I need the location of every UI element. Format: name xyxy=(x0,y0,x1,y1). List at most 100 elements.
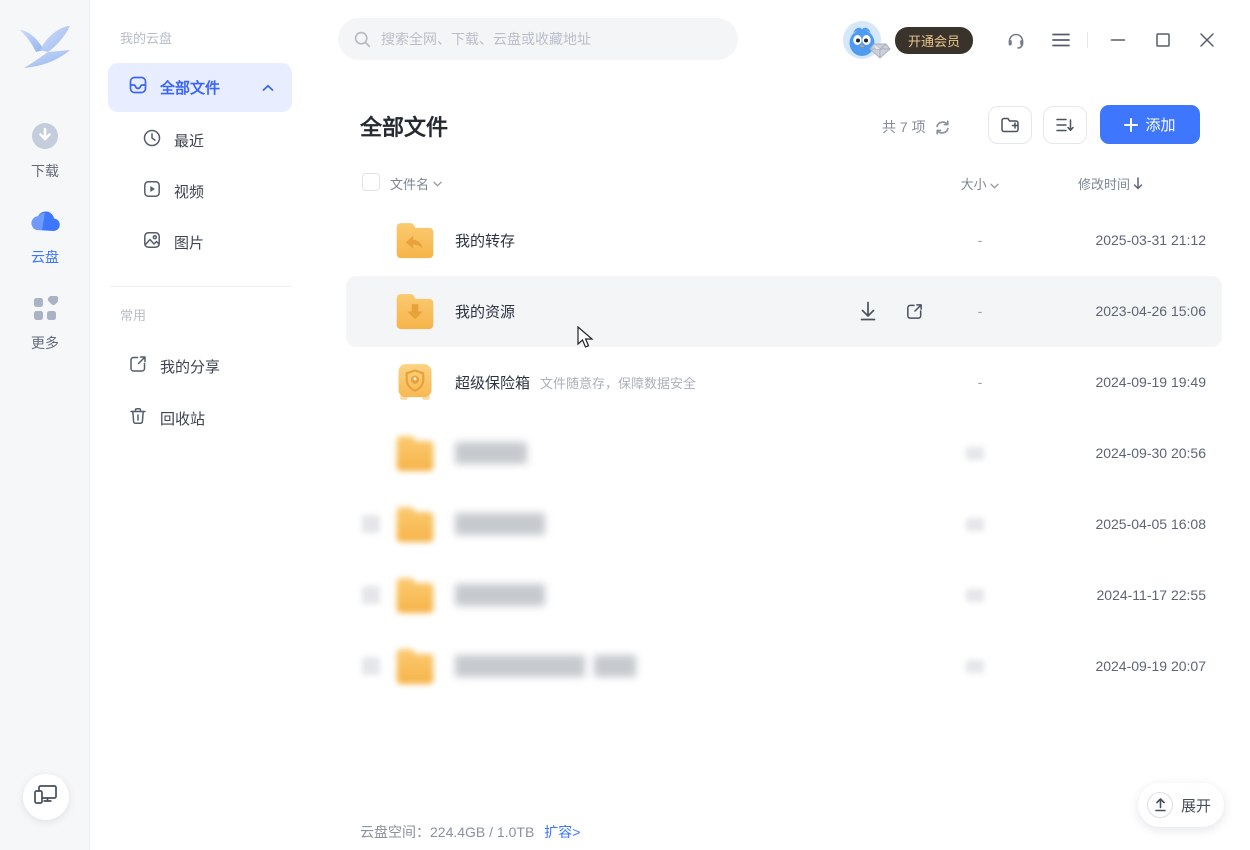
videos-label: 视频 xyxy=(174,181,204,202)
search-icon xyxy=(354,31,371,48)
row-hover-actions xyxy=(856,299,926,323)
minimize-button[interactable] xyxy=(1106,28,1130,52)
sidebar-item-recycle-bin[interactable]: 回收站 xyxy=(128,406,205,431)
column-header-modified[interactable]: 修改时间 xyxy=(1078,174,1143,193)
column-header-name[interactable]: 文件名 xyxy=(390,174,442,193)
maximize-button[interactable] xyxy=(1151,28,1175,52)
topbar-divider xyxy=(1087,32,1088,48)
add-button-label: 添加 xyxy=(1145,114,1175,135)
plus-icon xyxy=(1124,118,1138,132)
sort-view-button[interactable] xyxy=(1043,106,1087,144)
recent-label: 最近 xyxy=(174,130,204,151)
menu-hamburger-icon[interactable] xyxy=(1049,28,1073,52)
file-modified: 2024-09-30 20:56 xyxy=(1026,445,1206,461)
file-modified: 2024-09-19 19:49 xyxy=(1026,374,1206,390)
new-folder-button[interactable] xyxy=(988,106,1032,144)
sort-list-icon xyxy=(1055,117,1075,133)
sidebar-item-videos[interactable]: 视频 xyxy=(142,179,204,204)
file-row-super-safe[interactable]: 超级保险箱文件随意存，保障数据安全 - 2024-09-19 19:49 xyxy=(346,347,1222,418)
storage-status: 云盘空间：224.4GB / 1.0TB 扩容> xyxy=(360,822,580,842)
file-name-text: 超级保险箱 xyxy=(455,375,530,392)
search-input[interactable] xyxy=(381,31,724,47)
sidebar-item-my-shares[interactable]: 我的分享 xyxy=(128,354,220,379)
more-grid-icon xyxy=(0,296,90,327)
file-size-redacted xyxy=(966,518,984,531)
file-desc: 文件随意存，保障数据安全 xyxy=(540,376,696,391)
checkbox-redacted xyxy=(362,586,380,604)
folder-transfer-icon xyxy=(393,218,437,263)
file-size-redacted xyxy=(966,447,984,460)
search-bar[interactable] xyxy=(338,18,738,60)
column-size-label: 大小 xyxy=(961,177,987,192)
file-name: 超级保险箱文件随意存，保障数据安全 xyxy=(455,372,696,393)
my-shares-label: 我的分享 xyxy=(160,356,220,377)
file-modified: 2025-04-05 16:08 xyxy=(1026,516,1206,532)
close-button[interactable] xyxy=(1195,28,1219,52)
folder-icon-blurred xyxy=(393,431,437,476)
chevron-down-icon xyxy=(433,181,442,187)
file-row-my-resources[interactable]: 我的资源 - 2023-04-26 15:06 xyxy=(346,276,1222,347)
file-row-redacted[interactable]: 2024-11-17 22:55 xyxy=(346,560,1222,631)
rail-item-cloud[interactable]: 云盘 xyxy=(0,208,90,267)
sidebar-item-all-files[interactable]: 全部文件 xyxy=(108,63,292,112)
sort-desc-arrow-icon xyxy=(1133,177,1143,190)
file-row-redacted[interactable]: 2024-09-19 20:07 xyxy=(346,631,1222,702)
file-name: 我的资源 xyxy=(455,301,515,322)
folder-icon-blurred xyxy=(393,502,437,547)
cloud-icon xyxy=(0,208,90,241)
rail-item-more[interactable]: 更多 xyxy=(0,296,90,353)
membership-label: 开通会员 xyxy=(908,31,960,50)
share-action-icon[interactable] xyxy=(902,299,926,323)
file-size-redacted xyxy=(966,589,984,602)
file-size-redacted xyxy=(966,660,984,673)
refresh-icon[interactable] xyxy=(934,119,951,136)
file-row-redacted[interactable]: 2025-04-05 16:08 xyxy=(346,489,1222,560)
sidebar: 我的云盘 全部文件 最近 视频 xyxy=(90,0,310,850)
rail-download-label: 下载 xyxy=(0,161,90,181)
file-modified: 2023-04-26 15:06 xyxy=(1026,303,1206,319)
trash-icon xyxy=(128,406,148,431)
left-rail: 下载 云盘 更多 xyxy=(0,0,90,850)
expand-storage-link[interactable]: 扩容> xyxy=(544,822,580,842)
download-action-icon[interactable] xyxy=(856,299,880,323)
upload-icon xyxy=(1147,792,1173,818)
rail-cloud-label: 云盘 xyxy=(0,247,90,267)
file-row-redacted[interactable]: 2024-09-30 20:56 xyxy=(346,418,1222,489)
table-header: 文件名 大小 修改时间 xyxy=(346,170,1222,196)
sidebar-item-images[interactable]: 图片 xyxy=(142,230,204,255)
video-icon xyxy=(142,179,162,204)
item-count: 共 7 项 xyxy=(882,117,926,137)
device-transfer-button[interactable] xyxy=(23,774,69,820)
clock-icon xyxy=(142,128,162,153)
checkbox-redacted xyxy=(362,515,380,533)
rail-item-download[interactable]: 下载 xyxy=(0,122,90,181)
column-header-size[interactable]: 大小 xyxy=(950,174,1010,193)
member-level-gem-icon xyxy=(868,38,892,62)
select-all-checkbox[interactable] xyxy=(362,173,380,191)
file-name-redacted xyxy=(455,513,545,535)
file-row-my-transfers[interactable]: 我的转存 - 2025-03-31 21:12 xyxy=(346,205,1222,276)
add-button[interactable]: 添加 xyxy=(1100,105,1200,144)
folder-icon-blurred xyxy=(393,644,437,689)
page-title: 全部文件 xyxy=(360,110,448,142)
expand-transfer-button[interactable]: 展开 xyxy=(1138,783,1224,827)
chevron-down-icon xyxy=(990,183,999,189)
support-headset-icon[interactable] xyxy=(1004,28,1028,52)
membership-badge[interactable]: 开通会员 xyxy=(895,27,973,54)
file-name-redacted xyxy=(594,655,636,677)
file-list: 我的转存 - 2025-03-31 21:12 我的资源 xyxy=(346,205,1222,702)
file-size: - xyxy=(950,303,1010,319)
image-icon xyxy=(142,230,162,255)
column-name-label: 文件名 xyxy=(390,174,429,193)
app-logo-bird-icon xyxy=(14,16,76,80)
expand-button-label: 展开 xyxy=(1181,795,1211,816)
all-files-label: 全部文件 xyxy=(160,77,220,98)
column-modified-label: 修改时间 xyxy=(1078,174,1130,193)
share-icon xyxy=(128,354,148,379)
file-modified: 2024-09-19 20:07 xyxy=(1026,658,1206,674)
sidebar-divider xyxy=(110,286,292,287)
file-modified: 2024-11-17 22:55 xyxy=(1026,587,1206,603)
sidebar-item-recent[interactable]: 最近 xyxy=(142,128,204,153)
new-folder-icon xyxy=(1000,116,1020,134)
rail-more-label: 更多 xyxy=(0,333,90,353)
